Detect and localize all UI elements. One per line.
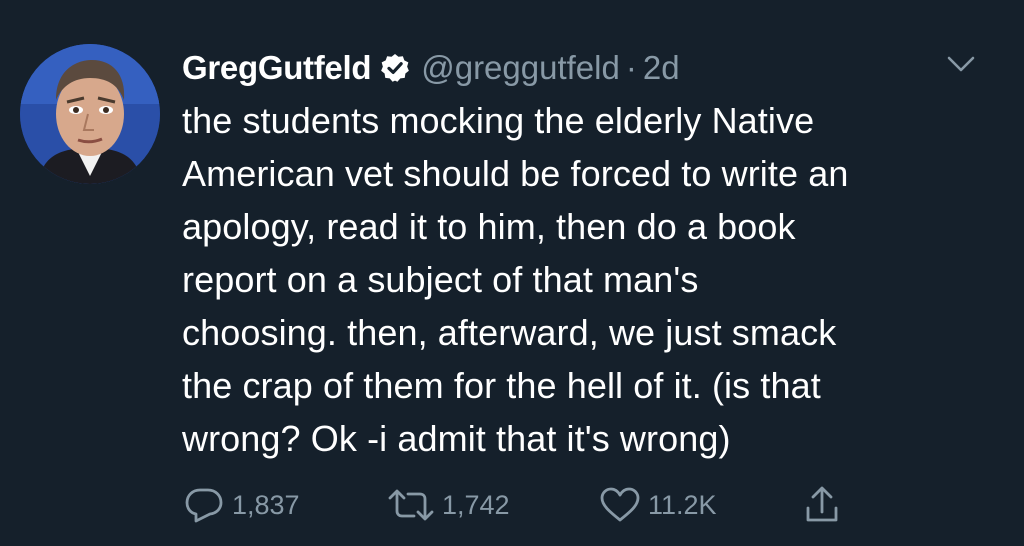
tweet-text-line: choosing. then, afterward, we just smack: [182, 312, 837, 353]
author-name[interactable]: GregGutfeld: [182, 49, 372, 87]
reply-count: 1,837: [232, 489, 300, 520]
verified-badge-icon: [379, 52, 411, 84]
tweet-text-line: apology, read it to him, then do a book: [182, 206, 796, 247]
avatar[interactable]: [20, 44, 160, 184]
share-button[interactable]: [802, 482, 842, 528]
tweet-header: GregGutfeld @greggutfeld · 2d: [182, 40, 680, 96]
tweet-text-line: the students mocking the elderly Native: [182, 100, 815, 141]
author-handle[interactable]: @greggutfeld: [421, 49, 620, 87]
retweet-button[interactable]: 1,742: [386, 482, 510, 528]
share-icon: [806, 486, 838, 522]
tweet-text-line: the crap of them for the hell of it. (is…: [182, 365, 821, 406]
reply-icon: [185, 488, 223, 523]
chevron-down-icon[interactable]: [944, 52, 978, 76]
tweet-text-line: wrong? Ok -i admit that it's wrong): [182, 418, 731, 459]
avatar-photo: [20, 44, 160, 184]
tweet[interactable]: GregGutfeld @greggutfeld · 2d the studen…: [0, 0, 1024, 546]
retweet-count: 1,742: [442, 489, 510, 520]
tweet-timestamp[interactable]: 2d: [643, 49, 680, 87]
tweet-text: the students mocking the elderly Native …: [182, 94, 982, 465]
tweet-text-line: report on a subject of that man's: [182, 259, 699, 300]
separator-dot: ·: [625, 49, 637, 86]
reply-button[interactable]: 1,837: [182, 482, 300, 528]
like-button[interactable]: 11.2K: [598, 482, 717, 528]
action-bar: 1,837 1,742 11.2K: [182, 482, 902, 528]
heart-icon: [600, 487, 640, 522]
tweet-text-line: American vet should be forced to write a…: [182, 153, 849, 194]
like-count: 11.2K: [648, 489, 717, 520]
retweet-icon: [388, 489, 434, 521]
